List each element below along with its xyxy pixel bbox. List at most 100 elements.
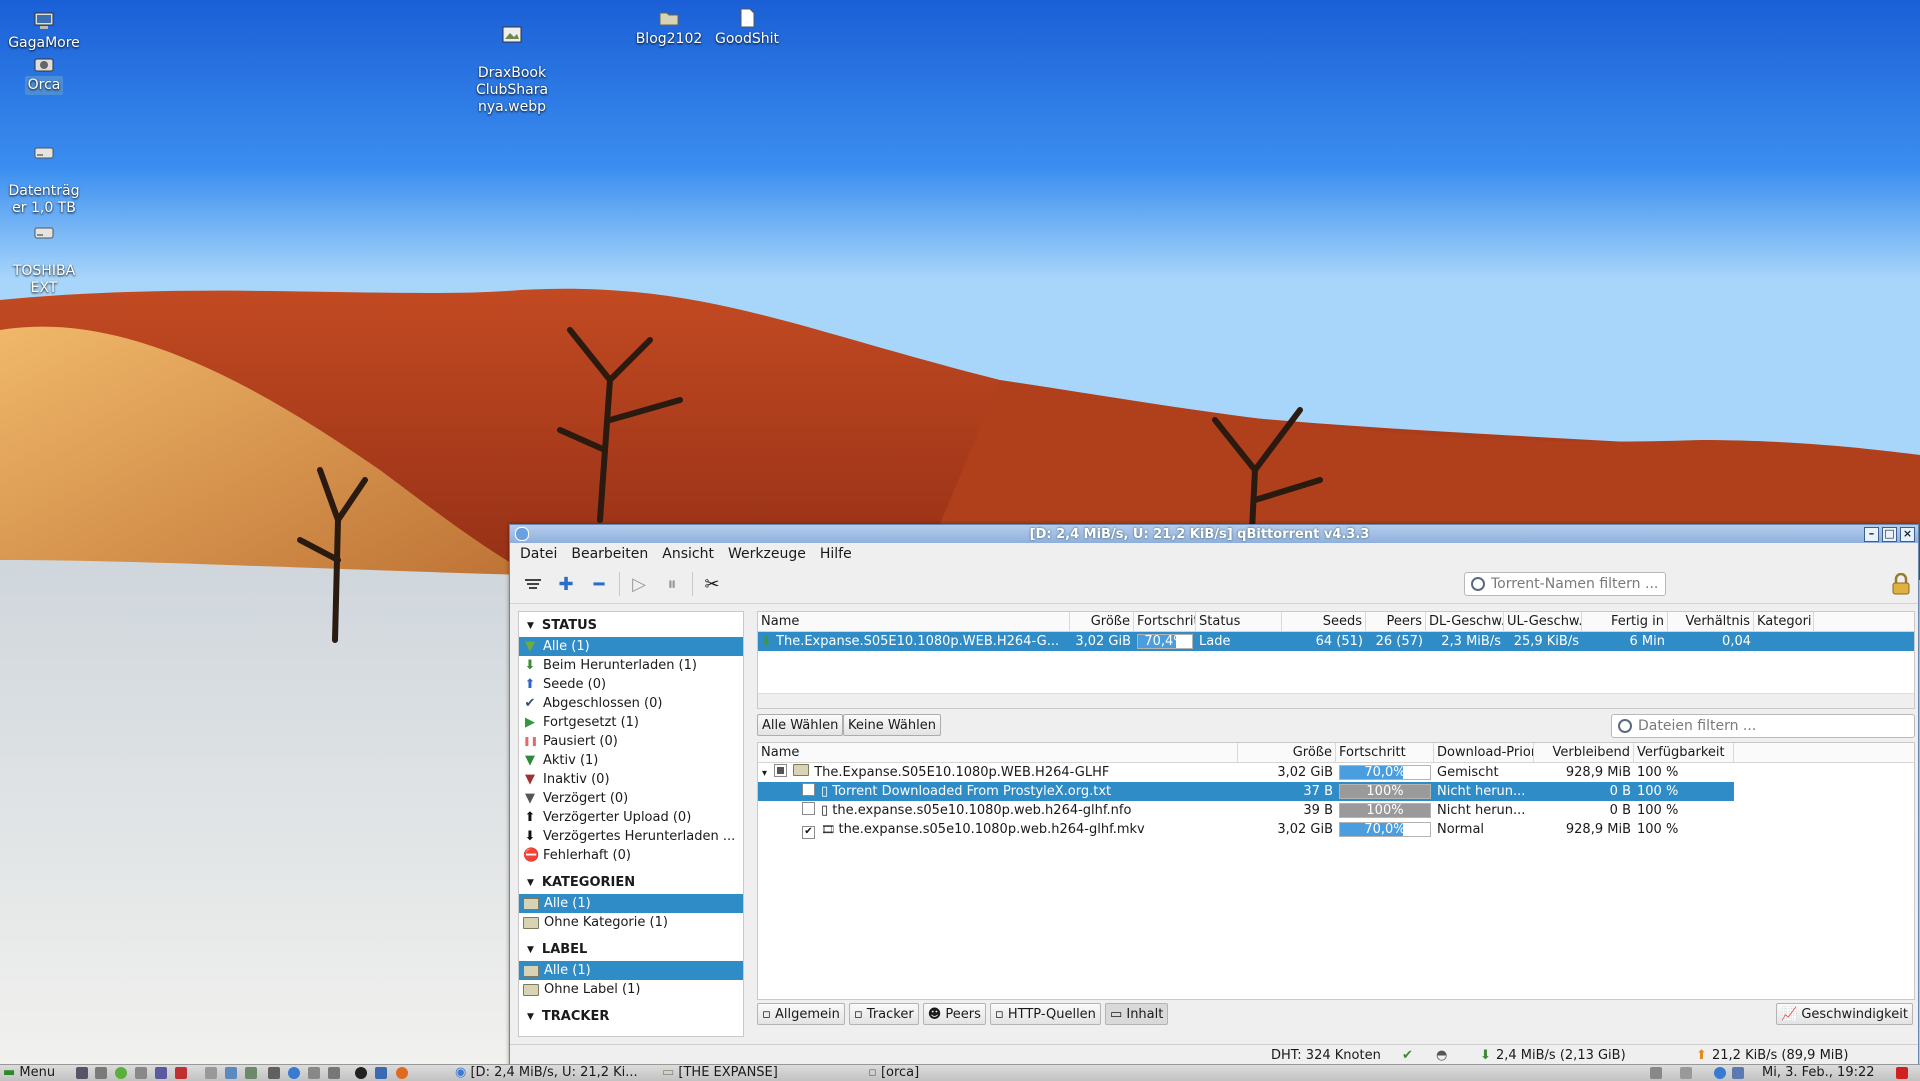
task-qbittorrent[interactable]: ◉ [D: 2,4 MiB/s, U: 21,2 Ki...: [455, 1065, 655, 1081]
status-item[interactable]: ▼ Verzögert (0): [519, 789, 743, 808]
speed-limit-icon[interactable]: ◓: [1436, 1048, 1447, 1063]
clock[interactable]: Mi, 3. Feb., 19:22: [1762, 1065, 1875, 1081]
status-header[interactable]: ▼ STATUS: [519, 612, 743, 637]
menu-ansicht[interactable]: Ansicht: [662, 546, 714, 562]
content-row[interactable]: ▯ Torrent Downloaded From ProstyleX.org.…: [758, 782, 1734, 801]
task-the-expanse[interactable]: ▭ [THE EXPANSE]: [662, 1065, 862, 1081]
volume-icon[interactable]: [1680, 1067, 1692, 1079]
status-item[interactable]: ⬇ Verzögertes Herunterladen ...: [519, 827, 743, 846]
menu-datei[interactable]: Datei: [520, 546, 557, 562]
status-item[interactable]: ⬆ Verzögerter Upload (0): [519, 808, 743, 827]
select-none-button[interactable]: Keine Wählen: [843, 714, 941, 736]
minimize-icon[interactable]: –: [1864, 526, 1879, 542]
desktop-icon-datentraeger[interactable]: Datenträg er 1,0 TB: [1, 126, 87, 218]
status-item[interactable]: ⬇ Beim Herunterladen (1): [519, 656, 743, 675]
categories-header[interactable]: ▼ KATEGORIEN: [519, 865, 743, 894]
torrent-column-header[interactable]: Fertig in: [1582, 612, 1668, 631]
content-column-header[interactable]: Fortschritt: [1336, 743, 1434, 762]
content-column-header[interactable]: Verfügbarkeit: [1634, 743, 1734, 762]
tracker-header[interactable]: ▼ TRACKER: [519, 999, 743, 1028]
resume-button[interactable]: ▷: [626, 571, 652, 597]
content-row[interactable]: ✔ 🎞 the.expanse.s05e10.1080p.web.h264-glh…: [758, 820, 1734, 839]
content-priority[interactable]: Nicht herun...: [1434, 782, 1534, 801]
torrent-column-header[interactable]: UL-Geschw.: [1504, 612, 1582, 631]
content-priority[interactable]: Gemischt: [1434, 763, 1534, 782]
status-item[interactable]: ✔ Abgeschlossen (0): [519, 694, 743, 713]
label-item-all[interactable]: Alle (1): [519, 961, 743, 980]
close-icon[interactable]: ×: [1900, 526, 1915, 542]
pause-button[interactable]: ⏸: [659, 571, 685, 597]
file-filter-input[interactable]: Dateien filtern ...: [1611, 714, 1915, 738]
desktop-icon-goodshit[interactable]: GoodShit: [704, 8, 790, 49]
category-item-none[interactable]: Ohne Kategorie (1): [519, 913, 743, 932]
content-column-header[interactable]: Verbleibend: [1534, 743, 1634, 762]
add-link-button[interactable]: [520, 571, 546, 597]
document-icon[interactable]: [225, 1067, 237, 1079]
torrent-column-header[interactable]: Größe: [1070, 612, 1134, 631]
app-icon[interactable]: [268, 1067, 280, 1079]
status-item[interactable]: ❚❚ Pausiert (0): [519, 732, 743, 751]
tab-peers[interactable]: ☻ Peers: [922, 1003, 986, 1025]
select-all-button[interactable]: Alle Wählen: [757, 714, 844, 736]
file-manager-icon[interactable]: [95, 1067, 107, 1079]
torrent-row[interactable]: ⬇ The.Expanse.S05E10.1080p.WEB.H264-G...…: [758, 632, 1914, 651]
tray-qbittorrent-icon[interactable]: [1714, 1067, 1726, 1079]
tab-tracker[interactable]: ▫ Tracker: [848, 1003, 919, 1025]
options-button[interactable]: ✂: [699, 571, 725, 597]
torrent-column-header[interactable]: Peers: [1366, 612, 1426, 631]
file-checkbox[interactable]: ✔: [802, 826, 815, 839]
app-icon[interactable]: [355, 1067, 367, 1079]
menu-werkzeuge[interactable]: Werkzeuge: [728, 546, 806, 562]
status-item[interactable]: ⛔ Fehlerhaft (0): [519, 846, 743, 865]
label-header[interactable]: ▼ LABEL: [519, 932, 743, 961]
remove-torrent-button[interactable]: ━: [586, 571, 612, 597]
connection-status-icon[interactable]: ✔: [1402, 1048, 1413, 1063]
content-column-header[interactable]: Name: [758, 743, 1238, 762]
label-item-none[interactable]: Ohne Label (1): [519, 980, 743, 999]
status-item[interactable]: ▼ Aktiv (1): [519, 751, 743, 770]
content-column-header[interactable]: Größe: [1238, 743, 1336, 762]
desktop-icon-draxbook[interactable]: DraxBook ClubShara nya.webp: [469, 8, 555, 117]
desktop-icon-orca[interactable]: Orca: [1, 54, 87, 95]
sidebar-scrollbar[interactable]: [744, 611, 756, 1035]
content-priority[interactable]: Normal: [1434, 820, 1534, 839]
lock-icon[interactable]: [1892, 573, 1910, 595]
app-icon[interactable]: [328, 1067, 340, 1079]
qbittorrent-icon[interactable]: [288, 1067, 300, 1079]
status-item[interactable]: ⬆ Seede (0): [519, 675, 743, 694]
status-item[interactable]: ▼ Inaktiv (0): [519, 770, 743, 789]
tray-icon[interactable]: [1650, 1067, 1662, 1079]
desktop-icon-toshiba[interactable]: TOSHIBA EXT: [1, 206, 87, 298]
app-icon[interactable]: [205, 1067, 217, 1079]
content-row[interactable]: ▯ the.expanse.s05e10.1080p.web.h264-glhf…: [758, 801, 1734, 820]
speed-button[interactable]: 📈 Geschwindigkeit: [1776, 1003, 1913, 1025]
tab-inhalt[interactable]: ▭ Inhalt: [1104, 1003, 1169, 1025]
add-torrent-button[interactable]: ✚: [553, 571, 579, 597]
download-speed-status[interactable]: 2,4 MiB/s (2,13 GiB): [1496, 1048, 1626, 1063]
terminal-icon[interactable]: [76, 1067, 88, 1079]
firefox-icon[interactable]: [396, 1067, 408, 1079]
start-menu-button[interactable]: ▬ Menu: [3, 1065, 55, 1081]
settings-icon[interactable]: [155, 1067, 167, 1079]
app-icon[interactable]: [375, 1067, 387, 1079]
menu-bearbeiten[interactable]: Bearbeiten: [571, 546, 648, 562]
content-priority[interactable]: Nicht herun...: [1434, 801, 1534, 820]
desktop-icon-gagamore[interactable]: GagaMore: [1, 12, 87, 53]
editor-icon[interactable]: [135, 1067, 147, 1079]
app-icon[interactable]: [308, 1067, 320, 1079]
menu-hilfe[interactable]: Hilfe: [820, 546, 852, 562]
window-titlebar[interactable]: [D: 2,4 MiB/s, U: 21,2 KiB/s] qBittorren…: [510, 525, 1918, 543]
category-item-all[interactable]: Alle (1): [519, 894, 743, 913]
task-orca[interactable]: ▫ [orca]: [868, 1065, 1068, 1081]
desktop-icon-blog2102[interactable]: Blog2102: [626, 8, 712, 49]
app-icon[interactable]: [175, 1067, 187, 1079]
file-checkbox[interactable]: [802, 783, 815, 796]
tab-http-quellen[interactable]: ▫ HTTP-Quellen: [989, 1003, 1101, 1025]
torrent-column-header[interactable]: Fortschritt: [1134, 612, 1196, 631]
content-row[interactable]: ▾ The.Expanse.S05E10.1080p.WEB.H264-GLHF…: [758, 763, 1734, 782]
file-checkbox[interactable]: [774, 764, 788, 777]
app-icon[interactable]: [245, 1067, 257, 1079]
torrent-column-header[interactable]: Kategori: [1754, 612, 1814, 631]
maximize-icon[interactable]: □: [1882, 526, 1897, 542]
torrent-column-header[interactable]: Verhältnis: [1668, 612, 1754, 631]
